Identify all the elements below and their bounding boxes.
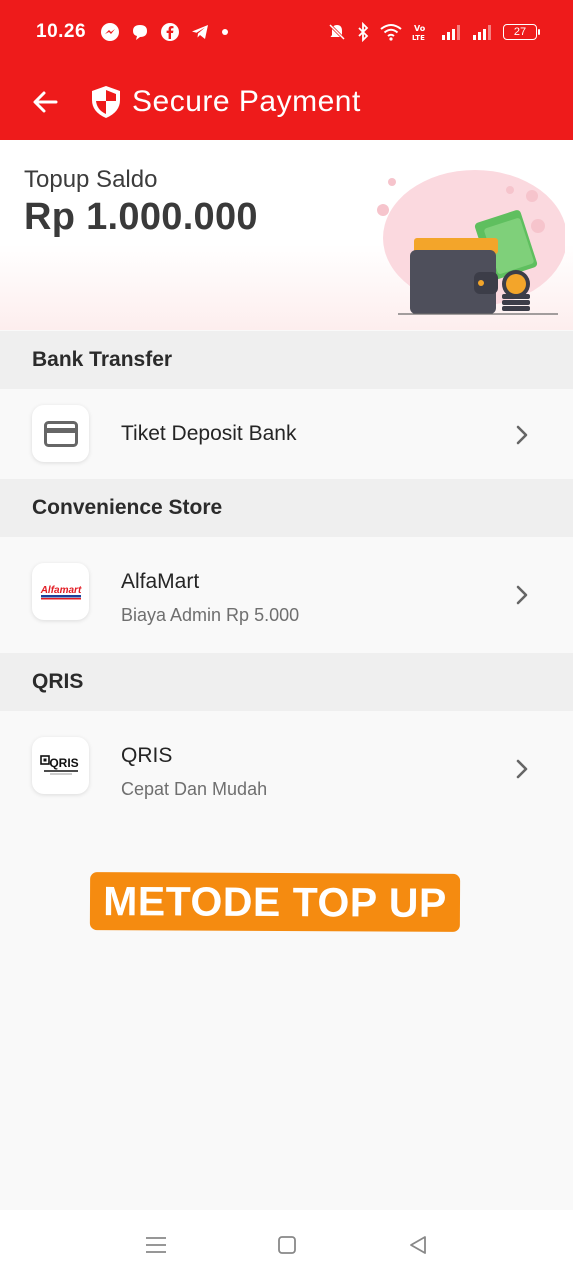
section-title: Bank Transfer xyxy=(32,348,173,371)
system-nav-bar xyxy=(0,1210,573,1280)
wallet-illustration xyxy=(370,160,567,320)
bluetooth-icon xyxy=(356,22,370,42)
svg-text:Alfamart: Alfamart xyxy=(39,585,81,596)
home-square-icon[interactable] xyxy=(267,1225,307,1265)
svg-text:LTE: LTE xyxy=(412,34,425,42)
metode-top-up-stamp: METODE TOP UP xyxy=(89,872,461,932)
svg-text:QRIS: QRIS xyxy=(49,756,78,770)
telegram-icon xyxy=(190,22,210,42)
signal-1-icon xyxy=(441,23,463,41)
chevron-right-icon xyxy=(512,583,532,607)
payment-option-tiket-deposit-bank[interactable]: Tiket Deposit Bank xyxy=(0,389,573,479)
payment-option-name: AlfaMart xyxy=(121,570,200,593)
facebook-icon xyxy=(160,22,180,42)
topup-label: Topup Saldo xyxy=(24,166,158,193)
signal-2-icon xyxy=(472,23,494,41)
section-bank-transfer: Bank Transfer xyxy=(0,331,573,389)
payment-option-name: Tiket Deposit Bank xyxy=(121,422,297,445)
more-dot-icon xyxy=(220,27,230,37)
qris-logo: QRIS xyxy=(32,737,89,794)
shield-icon xyxy=(90,85,122,119)
section-title: QRIS xyxy=(32,670,84,693)
section-title: Convenience Store xyxy=(32,496,223,519)
payment-option-subtitle: Biaya Admin Rp 5.000 xyxy=(121,605,300,625)
chevron-right-icon xyxy=(512,423,532,447)
chat-bubble-icon xyxy=(130,22,150,42)
alfamart-logo: Alfamart xyxy=(32,563,89,620)
mute-bell-icon xyxy=(327,22,347,42)
page-title: Secure Payment xyxy=(132,85,361,118)
topup-summary: Topup Saldo Rp 1.000.000 xyxy=(0,140,573,330)
svg-text:Vo: Vo xyxy=(414,24,426,33)
back-arrow-icon[interactable] xyxy=(28,85,62,119)
menu-icon[interactable] xyxy=(136,1225,176,1265)
chevron-right-icon xyxy=(512,757,532,781)
messenger-icon xyxy=(100,22,120,42)
system-status-icons: Vo LTE 27 xyxy=(327,22,540,42)
back-triangle-icon[interactable] xyxy=(398,1225,438,1265)
app-bar: Secure Payment xyxy=(0,64,573,140)
payment-option-name: QRIS xyxy=(121,744,173,767)
payment-option-qris[interactable]: QRIS QRIS Cepat Dan Mudah xyxy=(0,711,573,827)
status-time: 10.26 xyxy=(36,21,87,42)
payment-option-alfamart[interactable]: Alfamart AlfaMart Biaya Admin Rp 5.000 xyxy=(0,537,573,653)
payment-option-subtitle: Cepat Dan Mudah xyxy=(121,779,268,799)
section-qris: QRIS xyxy=(0,653,573,711)
topup-amount: Rp 1.000.000 xyxy=(24,196,258,238)
section-convenience-store: Convenience Store xyxy=(0,479,573,537)
wifi-icon xyxy=(379,22,403,42)
status-bar: 10.26 Vo LTE 27 xyxy=(0,0,573,64)
battery-icon: 27 xyxy=(503,24,540,40)
notification-icons xyxy=(100,22,230,42)
volte-icon: Vo LTE xyxy=(412,22,432,42)
credit-card-icon xyxy=(32,405,89,462)
